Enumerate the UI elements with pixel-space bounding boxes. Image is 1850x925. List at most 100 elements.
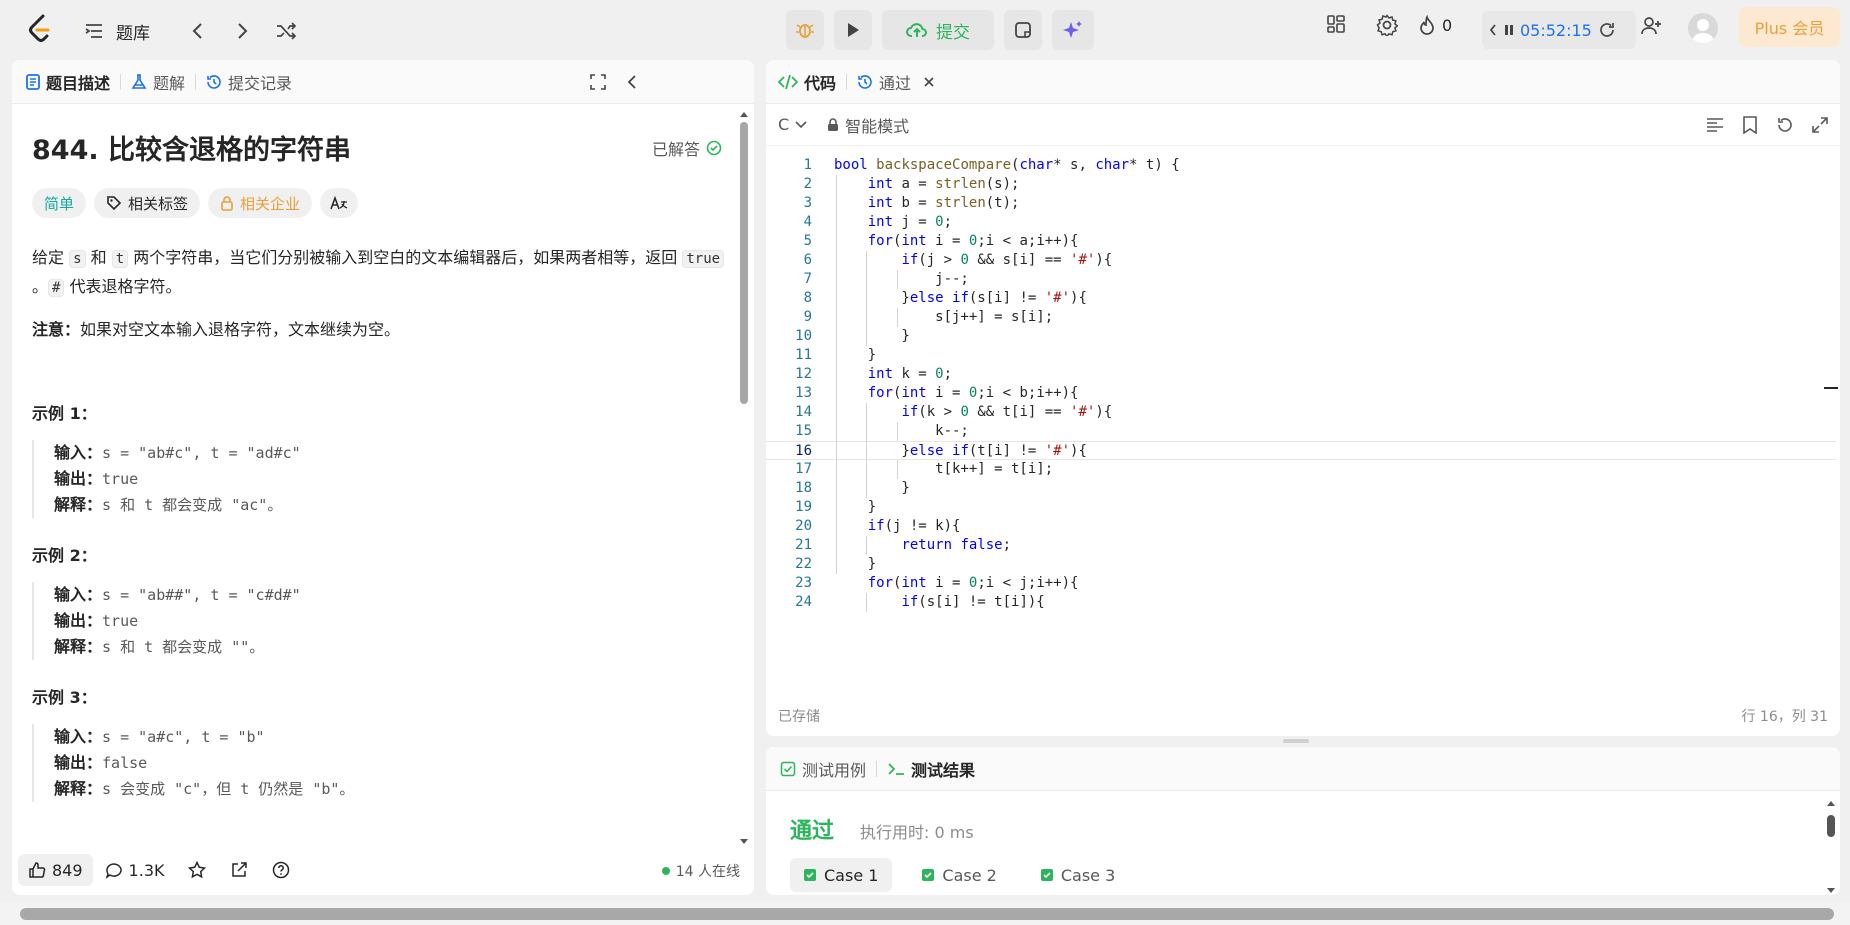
layout-icon[interactable] — [1326, 14, 1346, 34]
code-line[interactable]: 20 if(j != k){ — [766, 517, 1836, 536]
description-scrollbar[interactable] — [738, 110, 750, 846]
problem-footer: 849 1.3K 14 人在线 — [12, 845, 754, 895]
bookmark-icon[interactable] — [1742, 115, 1758, 134]
code-line[interactable]: 21 return false; — [766, 536, 1836, 555]
case-tab[interactable]: Case 1 — [790, 858, 893, 892]
scroll-up-icon[interactable] — [1826, 799, 1836, 807]
terminal-icon — [888, 762, 905, 775]
streak-counter[interactable]: 0 — [1418, 15, 1452, 35]
reset-timer-icon[interactable] — [1598, 21, 1616, 39]
help-button[interactable] — [260, 861, 302, 879]
leetcode-logo[interactable] — [26, 14, 54, 46]
user-avatar[interactable] — [1688, 13, 1718, 43]
fullscreen-icon[interactable] — [590, 74, 606, 90]
indent-guide — [896, 460, 898, 479]
tab-accepted[interactable]: 通过 — [847, 60, 945, 103]
code-line[interactable]: 19 } — [766, 498, 1836, 517]
scroll-down-icon[interactable] — [1826, 887, 1836, 895]
smart-mode-toggle[interactable]: 智能模式 — [827, 113, 909, 137]
reset-code-icon[interactable] — [1776, 116, 1794, 134]
play-icon — [848, 23, 859, 37]
panel-resize-handle[interactable] — [1283, 739, 1309, 743]
code-line[interactable]: 7 j--; — [766, 270, 1836, 289]
code-line[interactable]: 2 int a = strlen(s); — [766, 175, 1836, 194]
case-tab[interactable]: Case 3 — [1027, 858, 1129, 892]
page-horizontal-scrollbar[interactable] — [20, 908, 1834, 920]
run-button[interactable] — [834, 10, 872, 50]
like-button[interactable]: 849 — [18, 854, 93, 886]
format-icon[interactable] — [1706, 117, 1724, 133]
debug-button[interactable] — [786, 10, 824, 50]
example-explain: s 会变成 "c"，但 t 仍然是 "b"。 — [102, 780, 355, 798]
plus-member-button[interactable]: Plus 会员 — [1739, 7, 1840, 47]
prev-problem-icon[interactable] — [176, 16, 220, 46]
code-line[interactable]: 17 t[k++] = t[i]; — [766, 460, 1836, 479]
problem-list-icon[interactable] — [84, 21, 104, 41]
code-text: return false; — [901, 537, 1012, 553]
example-block: 输入：s = "ab##", t = "c#d#" 输出：true 解释：s 和… — [32, 582, 722, 660]
code-line[interactable]: 4 int j = 0; — [766, 213, 1836, 232]
tab-description[interactable]: 题目描述 — [12, 60, 120, 103]
problem-note: 注意：如果对空文本输入退格字符，文本继续为空。 — [32, 316, 732, 343]
code-line[interactable]: 16 }else if(t[i] != '#'){ — [766, 441, 1836, 460]
tab-code[interactable]: 代码 — [766, 60, 846, 103]
scrollbar-thumb[interactable] — [740, 122, 748, 404]
comments-button[interactable]: 1.3K — [93, 861, 177, 880]
notes-button[interactable] — [1004, 10, 1042, 50]
code-line[interactable]: 12 int k = 0; — [766, 365, 1836, 384]
related-companies-button[interactable]: 相关企业 — [208, 188, 313, 218]
code-line[interactable]: 18 } — [766, 479, 1836, 498]
next-problem-icon[interactable] — [220, 16, 264, 46]
settings-gear-icon[interactable] — [1376, 14, 1398, 36]
language-select[interactable]: C — [778, 115, 807, 134]
problem-list-title[interactable]: 题库 — [116, 19, 150, 44]
problem-title[interactable]: 844. 比较含退格的字符串 — [32, 128, 351, 167]
code-line[interactable]: 8 }else if(s[i] != '#'){ — [766, 289, 1836, 308]
ai-assistant-button[interactable] — [1052, 10, 1094, 50]
code-line[interactable]: 13 for(int i = 0;i < b;i++){ — [766, 384, 1836, 403]
code-editor[interactable]: 1 bool backspaceCompare(char* s, char* t)… — [766, 149, 1840, 675]
indent-guide — [866, 593, 868, 612]
submit-button[interactable]: 提交 — [882, 10, 994, 50]
favorite-button[interactable] — [176, 861, 218, 879]
tab-testcases[interactable]: 测试用例 — [766, 747, 876, 790]
result-scrollbar[interactable] — [1826, 799, 1836, 895]
add-friend-icon[interactable] — [1641, 16, 1663, 36]
line-number: 12 — [795, 366, 812, 382]
case-label: Case 3 — [1060, 865, 1116, 885]
line-number: 15 — [795, 423, 812, 439]
share-icon — [232, 862, 248, 877]
case-tab[interactable]: Case 2 — [908, 858, 1010, 892]
sparkle-icon — [1063, 21, 1082, 38]
random-problem-icon[interactable] — [264, 16, 308, 46]
related-tags-button[interactable]: 相关标签 — [94, 188, 201, 218]
code-icon — [778, 74, 798, 89]
code-line[interactable]: 9 s[j++] = s[i]; — [766, 308, 1836, 327]
code-line[interactable]: 22 } — [766, 555, 1836, 574]
code-line[interactable]: 6 if(j > 0 && s[i] == '#'){ — [766, 251, 1836, 270]
code-line[interactable]: 15 k--; — [766, 422, 1836, 441]
collapse-panel-icon[interactable] — [626, 74, 638, 90]
code-line[interactable]: 23 for(int i = 0;i < j;i++){ — [766, 574, 1836, 593]
code-line[interactable]: 11 } — [766, 346, 1836, 365]
scrollbar-thumb[interactable] — [1827, 815, 1835, 837]
tab-solutions[interactable]: 题解 — [121, 60, 195, 103]
translate-button[interactable] — [320, 188, 359, 218]
code-line[interactable]: 1 bool backspaceCompare(char* s, char* t)… — [766, 156, 1836, 175]
code-line[interactable]: 3 int b = strlen(t); — [766, 194, 1836, 213]
code-line[interactable]: 10 } — [766, 327, 1836, 346]
smart-mode-label: 智能模式 — [845, 116, 910, 136]
tab-solutions-label: 题解 — [153, 73, 186, 93]
scroll-up-icon[interactable] — [739, 110, 749, 118]
code-line[interactable]: 5 for(int i = 0;i < a;i++){ — [766, 232, 1836, 251]
expand-icon[interactable] — [1812, 116, 1828, 133]
pause-icon[interactable] — [1504, 23, 1514, 37]
timer-collapse-icon[interactable] — [1488, 22, 1498, 38]
test-panel: 测试用例 测试结果 通过 执行用时: 0 ms Case 1 Case 2 Ca… — [766, 747, 1840, 895]
tab-test-result[interactable]: 测试结果 — [877, 747, 985, 790]
code-line[interactable]: 24 if(s[i] != t[i]){ — [766, 593, 1836, 612]
code-line[interactable]: 14 if(k > 0 && t[i] == '#'){ — [766, 403, 1836, 422]
close-icon[interactable] — [923, 76, 935, 88]
tab-submissions[interactable]: 提交记录 — [196, 60, 302, 103]
share-button[interactable] — [218, 861, 260, 879]
